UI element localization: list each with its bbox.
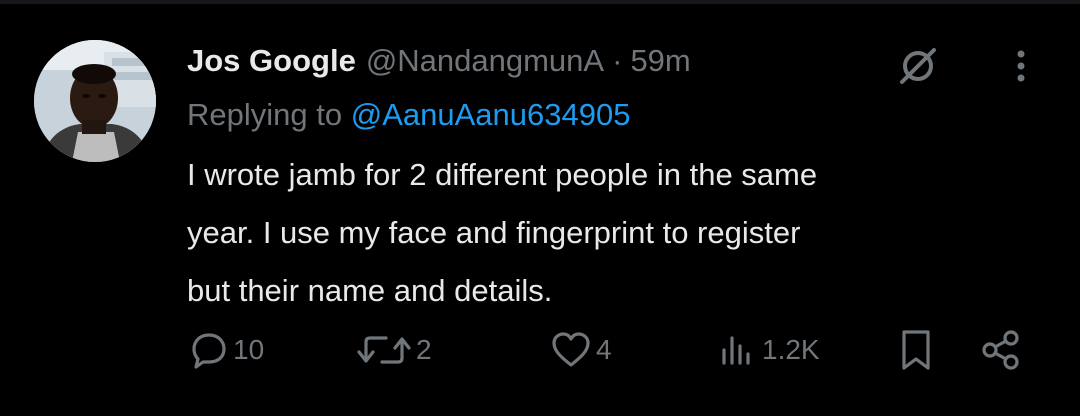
heart-icon — [552, 332, 590, 367]
top-divider — [0, 0, 1080, 4]
author-display-name[interactable]: Jos Google — [187, 43, 356, 79]
reply-button[interactable]: 10 — [189, 320, 264, 380]
bookmark-button[interactable] — [896, 320, 936, 380]
separator-dot: · — [612, 43, 623, 78]
share-button[interactable] — [980, 320, 1022, 380]
view-count: 1.2K — [762, 334, 820, 365]
avatar[interactable] — [34, 40, 156, 162]
repost-icon — [357, 336, 411, 364]
replying-to-line: Replying to @AanuAanu634905 — [187, 92, 1047, 138]
like-count: 4 — [596, 334, 612, 365]
share-icon — [982, 330, 1019, 370]
more-vertical-icon — [1017, 50, 1025, 82]
views-button[interactable]: 1.2K — [716, 320, 820, 380]
bookmark-icon — [902, 330, 930, 370]
grok-slash-icon — [900, 48, 936, 84]
repost-count: 2 — [416, 334, 432, 365]
repost-button[interactable]: 2 — [356, 320, 432, 380]
avatar-photo — [34, 40, 156, 162]
reply-count: 10 — [233, 334, 265, 365]
tweet-actions-bar: 10 2 4 1.2K — [0, 320, 1080, 380]
replying-to-label: Replying to — [187, 97, 351, 132]
bar-chart-icon — [722, 336, 750, 365]
replying-to-handle[interactable]: @AanuAanu634905 — [351, 97, 631, 132]
more-options-button[interactable] — [1001, 42, 1041, 90]
tweet-body: Jos Google @NandangmunA · 59m Replying t… — [187, 36, 1047, 320]
reply-bubble-icon — [192, 333, 226, 369]
tweet-header: Jos Google @NandangmunA · 59m — [187, 36, 1047, 86]
timestamp[interactable]: 59m — [630, 43, 690, 79]
like-button[interactable]: 4 — [550, 320, 612, 380]
author-handle[interactable]: @NandangmunA — [366, 43, 604, 79]
grok-button[interactable] — [893, 42, 943, 90]
tweet-text: I wrote jamb for 2 different people in t… — [187, 157, 818, 308]
